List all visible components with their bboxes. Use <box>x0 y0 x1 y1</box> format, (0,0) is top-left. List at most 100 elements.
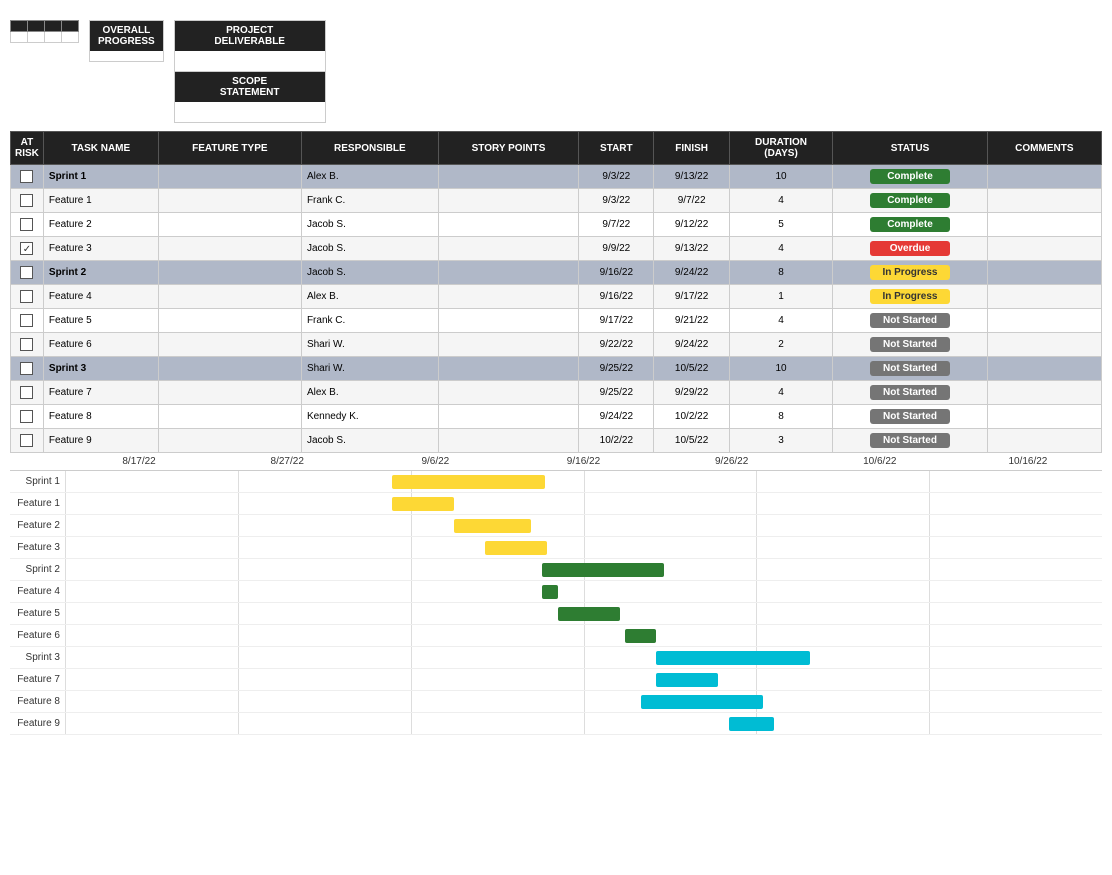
gantt-bar <box>392 475 545 489</box>
gantt-track <box>65 559 1102 580</box>
comments-cell <box>987 381 1101 405</box>
gantt-row-label: Feature 8 <box>10 696 65 707</box>
at-risk-cell[interactable] <box>11 237 44 261</box>
gantt-grid-line <box>238 669 239 690</box>
status-badge: Complete <box>870 169 950 184</box>
status-badge: Overdue <box>870 241 950 256</box>
checkbox[interactable] <box>20 290 33 303</box>
at-risk-cell[interactable] <box>11 285 44 309</box>
responsible-cell: Jacob S. <box>301 429 438 453</box>
gantt-grid-line <box>929 471 930 492</box>
status-badge: Complete <box>870 217 950 232</box>
comments-cell <box>987 405 1101 429</box>
status-cell: Not Started <box>833 357 987 381</box>
overall-progress-label: OVERALLPROGRESS <box>90 21 163 51</box>
at-risk-cell[interactable] <box>11 165 44 189</box>
start-date-value <box>45 32 62 43</box>
status-badge: Complete <box>870 193 950 208</box>
task-name-cell: Feature 7 <box>43 381 158 405</box>
finish-cell: 9/21/22 <box>654 309 729 333</box>
gantt-bar <box>641 695 763 709</box>
at-risk-cell[interactable] <box>11 381 44 405</box>
gantt-grid-line <box>584 537 585 558</box>
checkbox[interactable] <box>20 386 33 399</box>
checkbox[interactable] <box>20 218 33 231</box>
task-name-cell: Feature 5 <box>43 309 158 333</box>
checkbox[interactable] <box>20 362 33 375</box>
duration-cell: 10 <box>729 357 833 381</box>
gantt-bar <box>656 673 718 687</box>
finish-cell: 9/29/22 <box>654 381 729 405</box>
finish-cell: 9/12/22 <box>654 213 729 237</box>
task-name-cell: Feature 9 <box>43 429 158 453</box>
at-risk-cell[interactable] <box>11 405 44 429</box>
status-cell: Not Started <box>833 381 987 405</box>
status-badge: Not Started <box>870 313 950 328</box>
gantt-grid-line <box>65 537 66 558</box>
gantt-row-label: Feature 9 <box>10 718 65 729</box>
gantt-date-label: 9/6/22 <box>361 456 509 467</box>
at-risk-cell[interactable] <box>11 213 44 237</box>
start-cell: 9/25/22 <box>579 357 654 381</box>
finish-cell: 9/24/22 <box>654 261 729 285</box>
checkbox[interactable] <box>20 242 33 255</box>
gantt-grid-line <box>756 625 757 646</box>
feature-type-cell <box>158 213 301 237</box>
gantt-grid-line <box>929 669 930 690</box>
at-risk-cell[interactable] <box>11 309 44 333</box>
table-row: Feature 8Kennedy K.9/24/2210/2/228Not St… <box>11 405 1102 429</box>
table-row: Feature 9Jacob S.10/2/2210/5/223Not Star… <box>11 429 1102 453</box>
gantt-grid-line <box>756 471 757 492</box>
start-cell: 9/16/22 <box>579 285 654 309</box>
gantt-grid-line <box>65 515 66 536</box>
gantt-bar <box>729 717 775 731</box>
finish-cell: 10/5/22 <box>654 357 729 381</box>
responsible-cell: Shari W. <box>301 357 438 381</box>
checkbox[interactable] <box>20 170 33 183</box>
gantt-grid-line <box>584 493 585 514</box>
at-risk-cell[interactable] <box>11 261 44 285</box>
col-story-points: STORY POINTS <box>438 132 578 165</box>
task-name-cell: Feature 6 <box>43 333 158 357</box>
duration-cell: 8 <box>729 405 833 429</box>
col-task-name: TASK NAME <box>43 132 158 165</box>
comments-cell <box>987 285 1101 309</box>
at-risk-cell[interactable] <box>11 429 44 453</box>
gantt-bar <box>542 563 664 577</box>
gantt-grid-line <box>756 493 757 514</box>
gantt-grid-line <box>756 581 757 602</box>
feature-type-cell <box>158 333 301 357</box>
story-points-cell <box>438 237 578 261</box>
gantt-date-label: 10/6/22 <box>806 456 954 467</box>
at-risk-cell[interactable] <box>11 357 44 381</box>
responsible-cell: Alex B. <box>301 165 438 189</box>
gantt-grid-line <box>411 713 412 734</box>
responsible-cell: Frank C. <box>301 189 438 213</box>
project-name-value <box>11 32 28 43</box>
checkbox[interactable] <box>20 410 33 423</box>
gantt-date-label: 8/27/22 <box>213 456 361 467</box>
duration-cell: 10 <box>729 165 833 189</box>
gantt-grid-line <box>238 559 239 580</box>
feature-type-cell <box>158 405 301 429</box>
responsible-cell: Shari W. <box>301 333 438 357</box>
start-cell: 9/25/22 <box>579 381 654 405</box>
story-points-cell <box>438 189 578 213</box>
gantt-grid-line <box>584 625 585 646</box>
checkbox[interactable] <box>20 434 33 447</box>
at-risk-cell[interactable] <box>11 333 44 357</box>
gantt-row: Sprint 3 <box>10 647 1102 669</box>
gantt-date-label: 9/16/22 <box>509 456 657 467</box>
gantt-row: Feature 9 <box>10 713 1102 735</box>
checkbox[interactable] <box>20 338 33 351</box>
at-risk-cell[interactable] <box>11 189 44 213</box>
gantt-row: Feature 4 <box>10 581 1102 603</box>
gantt-track <box>65 603 1102 624</box>
checkbox[interactable] <box>20 314 33 327</box>
gantt-grid-line <box>411 559 412 580</box>
checkbox[interactable] <box>20 266 33 279</box>
checkbox[interactable] <box>20 194 33 207</box>
gantt-row: Feature 7 <box>10 669 1102 691</box>
comments-cell <box>987 237 1101 261</box>
gantt-date-label: 8/17/22 <box>65 456 213 467</box>
